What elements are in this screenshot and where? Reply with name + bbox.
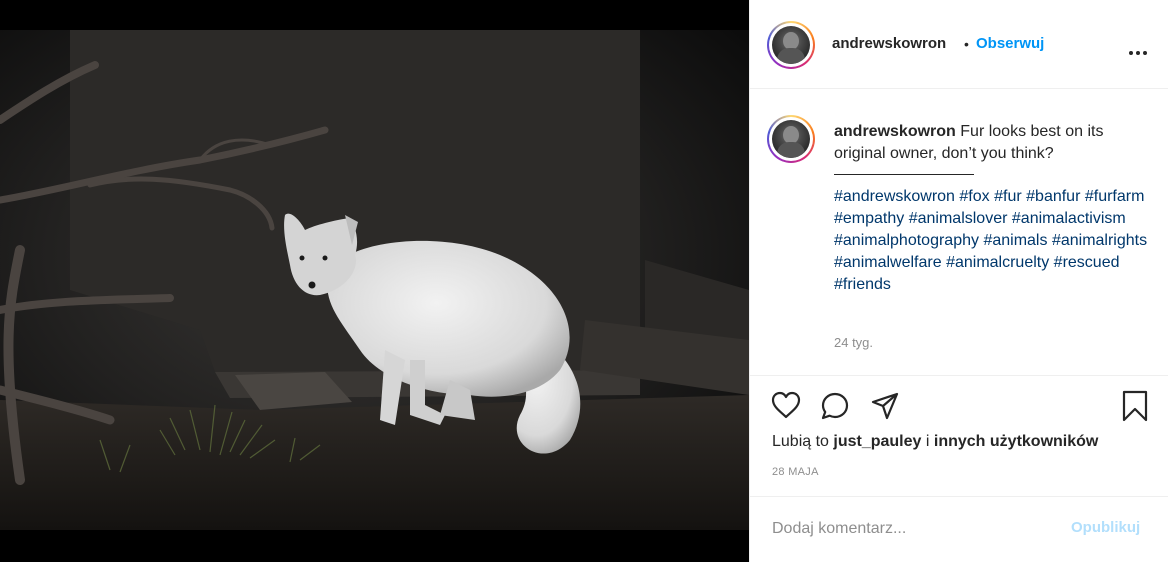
- post-header: andrewskowron • Obserwuj: [750, 0, 1168, 89]
- comment-icon[interactable]: [820, 391, 850, 426]
- likes-middle: i: [925, 433, 930, 450]
- hashtag-link[interactable]: #andrewskowron: [834, 188, 955, 205]
- caption-username[interactable]: andrewskowron: [834, 123, 956, 140]
- hashtag-link[interactable]: #rescued: [1054, 254, 1120, 271]
- caption: andrewskowron Fur looks best on its orig…: [834, 121, 1144, 165]
- avatar-image: [772, 120, 810, 158]
- hashtag-link[interactable]: #animalphotography: [834, 232, 979, 249]
- liked-by-user[interactable]: just_pauley: [833, 433, 921, 450]
- hashtag-link[interactable]: #fox: [959, 188, 989, 205]
- author-username[interactable]: andrewskowron: [832, 35, 946, 52]
- divider: [750, 496, 1168, 497]
- hashtag-link[interactable]: #empathy: [834, 210, 904, 227]
- hashtag-list: #andrewskowron #fox #fur #banfur #furfar…: [834, 186, 1154, 296]
- caption-underline: [834, 174, 974, 175]
- divider: [750, 375, 1168, 376]
- post-image[interactable]: [0, 0, 749, 562]
- bookmark-icon[interactable]: [1122, 390, 1148, 427]
- separator-dot: •: [964, 36, 969, 52]
- post-details-panel: andrewskowron • Obserwuj andrewskowron F…: [749, 0, 1168, 562]
- hashtag-link[interactable]: #animalactivism: [1012, 210, 1126, 227]
- arctic-fox-photo: [0, 0, 749, 562]
- follow-button[interactable]: Obserwuj: [976, 35, 1044, 52]
- author-avatar[interactable]: [767, 21, 815, 69]
- hashtag-link[interactable]: #banfur: [1026, 188, 1080, 205]
- share-icon[interactable]: [871, 392, 899, 425]
- avatar-image: [772, 26, 810, 64]
- post-date[interactable]: 28 MAJA: [772, 466, 819, 478]
- hashtag-link[interactable]: #animalslover: [909, 210, 1008, 227]
- likes-summary: Lubią to just_pauley i innych użytkownik…: [772, 433, 1098, 451]
- hashtag-link[interactable]: #animalwelfare: [834, 254, 942, 271]
- hashtag-link[interactable]: #animals: [983, 232, 1047, 249]
- more-options-icon[interactable]: [1128, 43, 1148, 61]
- publish-button[interactable]: Opublikuj: [1071, 519, 1140, 536]
- caption-avatar[interactable]: [767, 115, 815, 163]
- hashtag-link[interactable]: #fur: [994, 188, 1022, 205]
- caption-timestamp[interactable]: 24 tyg.: [834, 335, 873, 350]
- likes-others-link[interactable]: innych użytkowników: [934, 433, 1098, 450]
- hashtag-link[interactable]: #furfarm: [1085, 188, 1145, 205]
- hashtag-link[interactable]: #animalrights: [1052, 232, 1147, 249]
- comment-input[interactable]: [772, 516, 1062, 542]
- hashtag-link[interactable]: #animalcruelty: [946, 254, 1049, 271]
- heart-icon[interactable]: [771, 391, 801, 424]
- hashtag-link[interactable]: #friends: [834, 276, 891, 293]
- likes-prefix: Lubią to: [772, 433, 829, 450]
